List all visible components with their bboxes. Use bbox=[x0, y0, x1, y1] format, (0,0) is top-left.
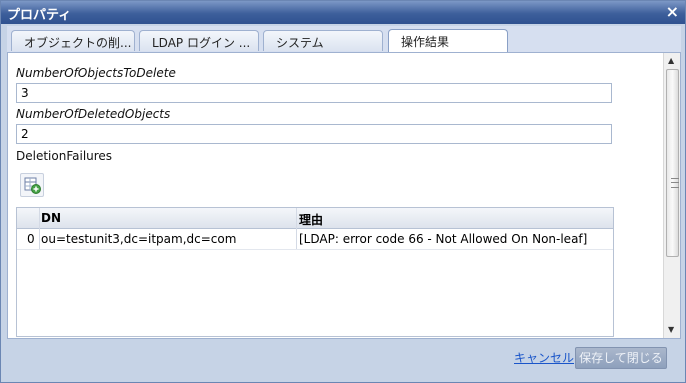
scrollbar-thumb[interactable] bbox=[666, 69, 679, 257]
column-header-dn[interactable]: DN bbox=[41, 211, 61, 225]
dialog-footer: キャンセル 保存して閉じる bbox=[1, 341, 685, 382]
tab-system[interactable]: システム bbox=[263, 30, 383, 51]
tab-operation-results[interactable]: 操作結果 bbox=[388, 29, 508, 52]
grid-divider bbox=[296, 208, 297, 249]
column-header-reason[interactable]: 理由 bbox=[299, 211, 323, 228]
tab-ldap-login[interactable]: LDAP ログイン ... bbox=[139, 30, 259, 51]
tab-label: システム bbox=[276, 36, 324, 50]
deleted-objects-field[interactable] bbox=[16, 124, 612, 144]
add-row-icon bbox=[24, 177, 41, 194]
save-and-close-button[interactable]: 保存して閉じる bbox=[575, 347, 667, 369]
objects-to-delete-field[interactable] bbox=[16, 83, 612, 103]
dialog-title: プロパティ bbox=[7, 8, 72, 23]
row-index: 0 bbox=[27, 232, 35, 246]
objects-to-delete-label: NumberOfObjectsToDelete bbox=[16, 66, 176, 80]
tab-label: 操作結果 bbox=[401, 35, 450, 49]
deletion-failures-label: DeletionFailures bbox=[16, 149, 113, 163]
close-icon[interactable]: × bbox=[666, 2, 679, 21]
title-bar: プロパティ × bbox=[1, 1, 685, 24]
cell-reason: [LDAP: error code 66 - Not Allowed On No… bbox=[299, 232, 588, 246]
tab-label: オブジェクトの削... bbox=[24, 36, 132, 50]
vertical-scrollbar[interactable]: ▲ ▼ bbox=[663, 53, 680, 338]
scroll-down-icon[interactable]: ▼ bbox=[668, 325, 674, 334]
tab-panel: NumberOfObjectsToDelete NumberOfDeletedO… bbox=[7, 53, 681, 339]
scroll-up-icon[interactable]: ▲ bbox=[668, 56, 674, 65]
cancel-link[interactable]: キャンセル bbox=[514, 349, 574, 366]
grip-icon bbox=[671, 178, 679, 188]
properties-dialog: プロパティ × オブジェクトの削... LDAP ログイン ... システム 操… bbox=[0, 0, 686, 383]
deleted-objects-label: NumberOfDeletedObjects bbox=[16, 107, 171, 121]
tab-bar: オブジェクトの削... LDAP ログイン ... システム 操作結果 bbox=[7, 26, 681, 53]
grid-divider bbox=[39, 208, 40, 249]
deletion-failures-grid: DN 理由 0 ou=testunit3,dc=itpam,dc=com [LD… bbox=[16, 207, 614, 337]
grid-header: DN 理由 bbox=[17, 208, 613, 229]
table-row[interactable]: 0 ou=testunit3,dc=itpam,dc=com [LDAP: er… bbox=[17, 229, 613, 250]
add-row-button[interactable] bbox=[20, 173, 44, 197]
cell-dn: ou=testunit3,dc=itpam,dc=com bbox=[41, 232, 237, 246]
tab-delete-object[interactable]: オブジェクトの削... bbox=[11, 30, 135, 51]
tab-label: LDAP ログイン ... bbox=[152, 36, 251, 50]
